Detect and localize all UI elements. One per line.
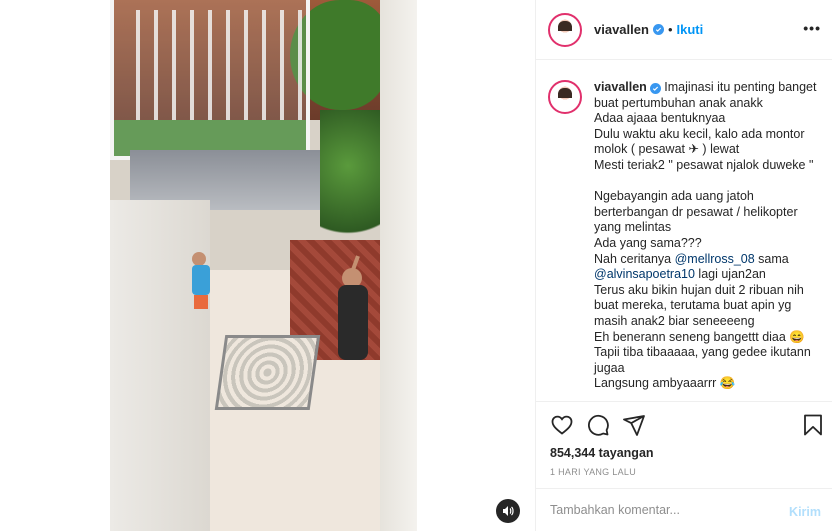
post-comment-button[interactable]: Kirim [789,505,821,519]
comment-icon[interactable] [586,413,610,437]
video-child [192,265,210,295]
verified-badge-icon [649,83,661,94]
sound-toggle-button[interactable] [496,499,520,523]
follow-button[interactable]: Ikuti [677,22,704,37]
bookmark-icon[interactable] [801,413,825,437]
post-date[interactable]: 1 HARI YANG LALU [550,467,636,477]
video-adult [338,285,368,360]
video-child-head [192,252,206,266]
speaker-icon [503,506,514,516]
post-header: viavallen • Ikuti ••• [536,0,832,60]
views-count[interactable]: 854,344 tayangan [550,446,654,460]
comment-input[interactable] [550,503,770,517]
video-player[interactable] [110,0,417,531]
video-balcony [110,0,310,160]
heart-icon[interactable] [550,413,574,437]
video-floor-pattern [214,335,321,410]
caption-section: viavallen Imajinasi itu penting banget b… [536,60,832,402]
video-wall-left [110,200,210,531]
header-user-line: viavallen • Ikuti [594,22,703,37]
header-username[interactable]: viavallen [594,22,649,37]
caption-body-2: sama [754,251,793,266]
caption-body-3: lagi ujan2an Terus aku bikin hujan duit … [594,267,811,391]
video-child-shorts [194,295,208,309]
post-media [0,0,535,531]
avatar[interactable] [548,12,582,47]
caption-body-1: Imajinasi itu penting banget buat pertum… [594,80,817,266]
mention-link-1[interactable]: @mellross_08 [675,252,755,266]
action-bar [536,403,832,443]
caption-avatar[interactable] [548,80,582,114]
comment-bar: Kirim [536,488,832,531]
video-wall-right [380,0,417,531]
caption-text: viavallen Imajinasi itu penting banget b… [594,80,819,392]
verified-badge-icon [652,24,664,35]
more-options-icon[interactable]: ••• [803,20,821,36]
caption-username[interactable]: viavallen [594,80,647,94]
separator-dot: • [667,22,673,37]
post-sidebar: viavallen • Ikuti ••• viavallen Imajinas… [535,0,832,531]
share-icon[interactable] [622,413,646,437]
mention-link-2[interactable]: @alvinsapoetra10 [594,267,695,281]
caption-row: viavallen Imajinasi itu penting banget b… [548,80,819,392]
